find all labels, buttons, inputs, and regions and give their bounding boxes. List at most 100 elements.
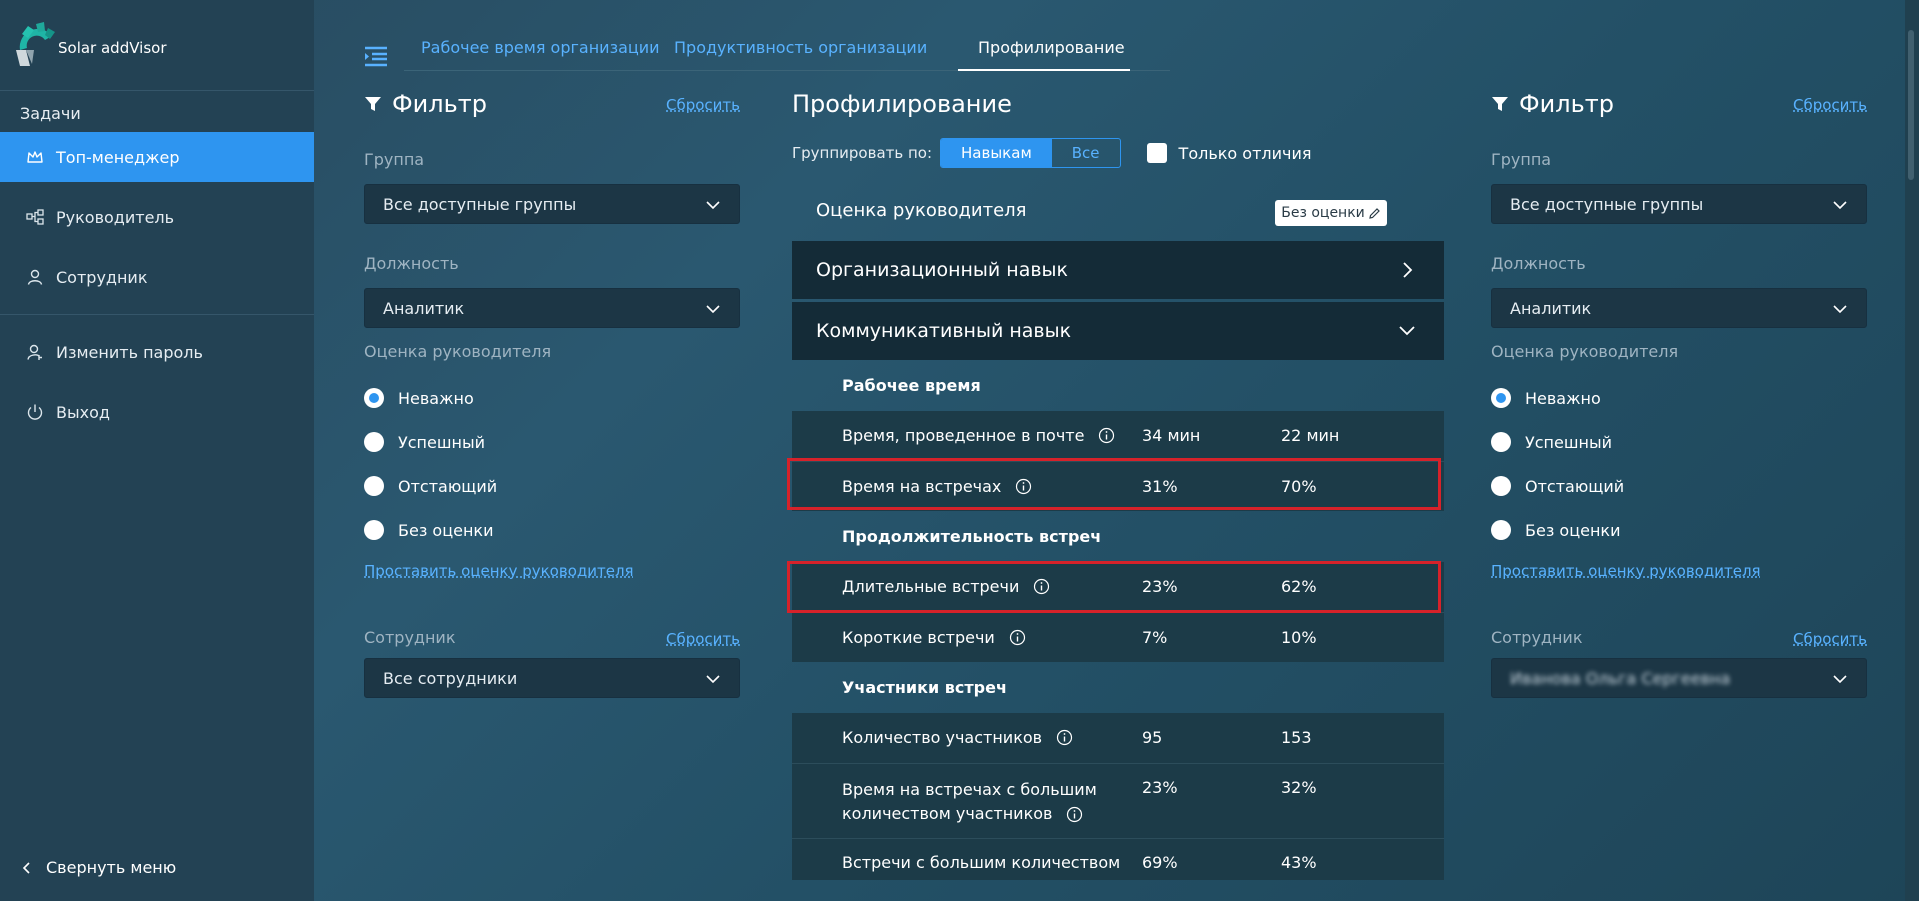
sidebar-item-logout[interactable]: Выход [0,387,314,437]
tab-profiling[interactable]: Профилирование [978,38,1125,57]
position-select-value: Аналитик [1510,298,1592,318]
radio-lagging[interactable]: Отстающий [364,476,497,496]
chevron-down-icon [1833,201,1847,210]
metric-value-1: 69% [1142,853,1178,872]
highlight-box [787,561,1441,613]
no-eval-button[interactable]: Без оценки [1275,200,1387,226]
metric-name: Короткие встречи [842,628,995,647]
page-scrollbar[interactable] [1905,0,1919,901]
radio-label: Отстающий [398,476,498,496]
group-by-skills-button[interactable]: Навыкам [941,139,1052,167]
sidebar-item-label: Сотрудник [56,267,148,287]
group-select[interactable]: Все доступные группы [1491,184,1867,224]
active-tab-indicator [958,69,1130,71]
metric-value-1: 23% [1142,778,1178,797]
info-icon[interactable] [1009,629,1026,646]
chevron-down-icon [1833,305,1847,314]
reset-filter-link[interactable]: Сбросить [1793,96,1867,114]
app-name: Solar addVisor [58,39,167,57]
reset-employee-link[interactable]: Сбросить [666,630,740,648]
radio-no-eval[interactable]: Без оценки [1491,520,1620,540]
sidebar-item-employee[interactable]: Сотрудник [0,252,314,302]
menu-toggle-icon[interactable] [363,45,389,67]
reset-filter-link[interactable]: Сбросить [666,96,740,114]
metric-value-1: 7% [1142,628,1168,647]
set-manager-eval-link[interactable]: Проставить оценку руководителя [364,562,634,580]
group-by-all-button[interactable]: Все [1052,139,1120,167]
radio-any[interactable]: Неважно [364,388,474,408]
position-select[interactable]: Аналитик [364,288,740,328]
filter-panel-left: Фильтр Сбросить Группа Все доступные гру… [364,90,740,710]
metric-row: Время на встречах с большим количеством … [792,763,1444,838]
collapse-menu-label: Свернуть меню [46,858,177,877]
radio-any[interactable]: Неважно [1491,388,1601,408]
scrollbar-thumb[interactable] [1908,30,1914,180]
sidebar-item-change-password[interactable]: Изменить пароль [0,327,314,377]
group-by-label: Группировать по: [792,144,933,162]
metric-name: Время, проведенное в почте [842,426,1085,445]
chevron-down-icon [1399,326,1415,336]
only-differences-checkbox-row[interactable]: Только отличия [1146,143,1312,163]
chevron-down-icon [706,201,720,210]
radio-label: Без оценки [1525,520,1621,540]
employee-label: Сотрудник [1491,628,1583,647]
radio-button[interactable] [364,388,384,408]
reset-employee-link[interactable]: Сбросить [1793,630,1867,648]
radio-no-eval[interactable]: Без оценки [364,520,493,540]
radio-successful[interactable]: Успешный [364,432,485,452]
employee-select-value: Иванова Ольга Сергеевна [1510,668,1731,688]
metric-row: Количество участников 95 153 [792,713,1444,763]
radio-button[interactable] [364,520,384,540]
radio-button[interactable] [1491,520,1511,540]
accordion-label: Коммуникативный навык [816,320,1072,342]
filter-panel-right: Фильтр Сбросить Группа Все доступные гру… [1491,90,1867,710]
tab-org-productivity[interactable]: Продуктивность организации [674,38,927,57]
accordion-communicative-skill[interactable]: Коммуникативный навык [792,302,1444,360]
group-select-value: Все доступные группы [1510,194,1704,214]
collapse-menu-button[interactable]: Свернуть меню [20,858,176,877]
sidebar-item-manager[interactable]: Руководитель [0,192,314,242]
filter-title-text: Фильтр [392,90,487,118]
sidebar: Solar addVisor Задачи Топ-менеджер Руков… [0,0,314,901]
radio-button[interactable] [364,432,384,452]
position-select[interactable]: Аналитик [1491,288,1867,328]
metric-name: Время на встречах с большим [842,780,1097,799]
employee-select[interactable]: Иванова Ольга Сергеевна [1491,658,1867,698]
user-icon [24,266,46,288]
radio-button[interactable] [1491,476,1511,496]
radio-successful[interactable]: Успешный [1491,432,1612,452]
only-differences-checkbox[interactable] [1146,143,1167,163]
sidebar-heading: Задачи [20,104,81,123]
sidebar-item-label: Выход [56,402,110,422]
employee-select[interactable]: Все сотрудники [364,658,740,698]
metric-value-2: 22 мин [1281,426,1340,445]
radio-button[interactable] [364,476,384,496]
set-manager-eval-link[interactable]: Проставить оценку руководителя [1491,562,1761,580]
position-select-value: Аналитик [383,298,465,318]
section-title-working-time: Рабочее время [842,376,981,395]
group-select-value: Все доступные группы [383,194,577,214]
metric-row: Короткие встречи 7% 10% [792,612,1444,662]
info-icon[interactable] [1066,806,1083,823]
sidebar-item-label: Руководитель [56,207,175,227]
radio-button[interactable] [1491,388,1511,408]
manager-eval-label: Оценка руководителя [364,342,552,361]
tab-org-working-time[interactable]: Рабочее время организации [421,38,660,57]
metric-value-2: 153 [1281,728,1312,747]
radio-lagging[interactable]: Отстающий [1491,476,1624,496]
info-icon[interactable] [1098,427,1115,444]
sidebar-item-top-manager[interactable]: Топ-менеджер [0,132,314,182]
metric-name-line-2: количеством участников [842,804,1053,823]
radio-button[interactable] [1491,432,1511,452]
radio-label: Без оценки [398,520,494,540]
no-eval-button-label: Без оценки [1281,205,1365,221]
chevron-right-icon [1403,262,1413,278]
metric-value-1: 95 [1142,728,1163,747]
page-title: Профилирование [792,90,1012,118]
group-select[interactable]: Все доступные группы [364,184,740,224]
info-icon[interactable] [1056,729,1073,746]
metric-value-2: 32% [1281,778,1317,797]
metric-name: Количество участников [842,728,1043,747]
group-label: Группа [364,150,425,169]
accordion-organizational-skill[interactable]: Организационный навык [792,241,1444,299]
